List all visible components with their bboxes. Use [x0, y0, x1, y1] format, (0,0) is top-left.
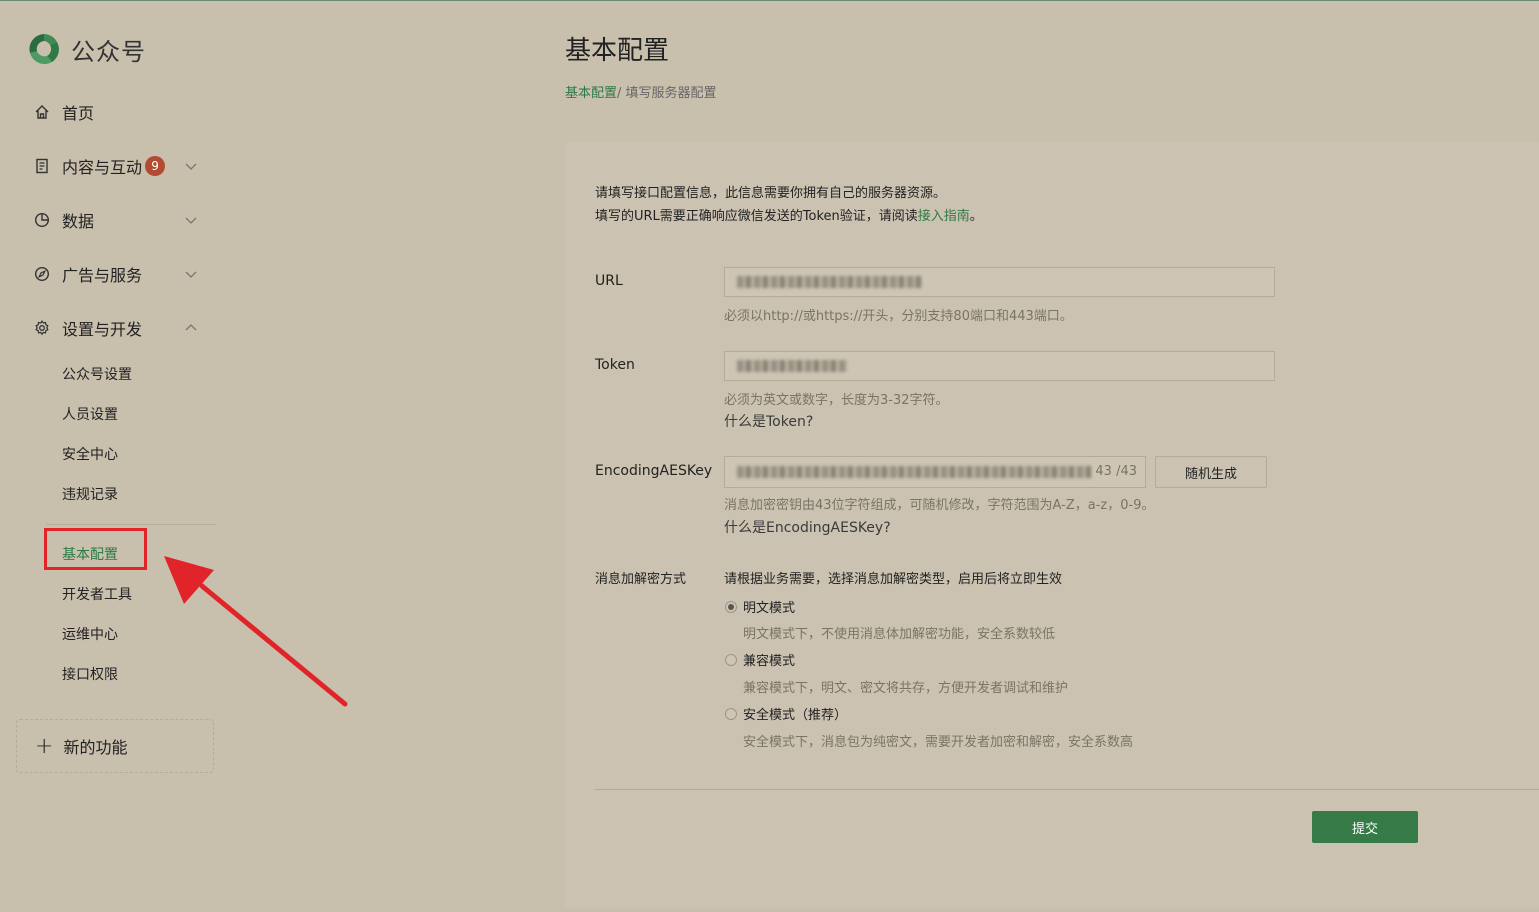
intro-line-2-end: 。 [969, 209, 983, 224]
sidebar-item-developer-tools[interactable]: 开发者工具 [62, 585, 132, 605]
app-name: 公众号 [71, 37, 146, 66]
new-features-button[interactable]: + 新的功能 [16, 719, 214, 773]
nav-content[interactable]: 内容与互动 9 [32, 151, 197, 181]
chevron-down-icon[interactable] [184, 267, 198, 281]
breadcrumb: 基本配置/ 填写服务器配置 [565, 82, 717, 101]
url-input[interactable] [724, 267, 1275, 297]
intro-line-1: 请填写接口配置信息，此信息需要你拥有自己的服务器资源。 [595, 186, 947, 201]
sidebar-item-account-settings[interactable]: 公众号设置 [62, 365, 132, 385]
nav-settings-label: 设置与开发 [62, 320, 143, 339]
access-guide-link[interactable]: 接入指南 [918, 209, 970, 224]
radio-unchecked-icon[interactable] [725, 653, 737, 666]
submit-button[interactable]: 提交 [1312, 811, 1418, 843]
radio-plaintext-mode[interactable]: 明文模式 [725, 597, 795, 616]
breadcrumb-separator: / [617, 86, 626, 101]
sidebar-item-api-permissions[interactable]: 接口权限 [62, 665, 118, 685]
config-card: 请填写接口配置信息，此信息需要你拥有自己的服务器资源。 填写的URL需要正确响应… [565, 142, 1539, 908]
token-hint: 必须为英文或数字，长度为3-32字符。 [724, 393, 949, 408]
chart-pie-icon [32, 210, 52, 230]
radio-compatible-label: 兼容模式 [743, 654, 796, 669]
breadcrumb-current: 填写服务器配置 [625, 86, 717, 101]
form-divider [595, 789, 1539, 790]
compass-icon [32, 264, 52, 284]
aes-key-input[interactable]: 43 /43 [724, 456, 1146, 488]
nav-ads[interactable]: 广告与服务 [32, 259, 197, 289]
document-icon [32, 156, 52, 176]
intro-line-2: 填写的URL需要正确响应微信发送的Token验证，请阅读接入指南。 [595, 205, 983, 228]
annotation-arrow-icon [164, 556, 348, 707]
aes-key-value-obscured [737, 466, 1092, 478]
chevron-down-icon[interactable] [184, 213, 198, 227]
radio-secure-label: 安全模式（推荐） [743, 708, 848, 723]
sidebar-item-staff-settings[interactable]: 人员设置 [62, 405, 118, 425]
url-value-obscured [737, 276, 922, 288]
radio-plaintext-label: 明文模式 [743, 601, 796, 616]
page-title: 基本配置 [565, 36, 670, 66]
nav-home[interactable]: 首页 [32, 97, 94, 127]
gear-icon [32, 318, 52, 338]
encryption-mode-desc: 请根据业务需要，选择消息加解密类型，启用后将立即生效 [724, 572, 1063, 587]
aes-key-label: EncodingAESKey [595, 463, 713, 479]
radio-checked-icon[interactable] [725, 600, 737, 613]
radio-unchecked-icon[interactable] [725, 707, 737, 720]
what-is-aes-key-link[interactable]: 什么是EncodingAESKey? [724, 517, 891, 537]
new-features-label: 新的功能 [63, 738, 128, 757]
sidebar-item-ops-center[interactable]: 运维中心 [62, 625, 118, 645]
intro-text: 请填写接口配置信息，此信息需要你拥有自己的服务器资源。 填写的URL需要正确响应… [595, 182, 983, 228]
chevron-down-icon[interactable] [184, 159, 198, 173]
random-generate-button[interactable]: 随机生成 [1155, 456, 1267, 488]
app-logo-icon [29, 34, 59, 65]
url-hint: 必须以http://或https://开头，分别支持80端口和443端口。 [724, 309, 1073, 324]
breadcrumb-link[interactable]: 基本配置 [565, 86, 617, 101]
annotation-highlight-box [44, 528, 147, 570]
compatible-mode-desc: 兼容模式下，明文、密文将共存，方便开发者调试和维护 [743, 681, 1069, 696]
nav-data[interactable]: 数据 [32, 205, 197, 235]
app-logo[interactable]: 公众号 [26, 31, 146, 67]
intro-line-2-text: 填写的URL需要正确响应微信发送的Token验证，请阅读 [595, 209, 918, 224]
radio-compatible-mode[interactable]: 兼容模式 [725, 650, 795, 669]
token-input[interactable] [724, 351, 1275, 381]
aes-key-hint: 消息加密密钥由43位字符组成，可随机修改，字符范围为A-Z，a-z，0-9。 [724, 498, 1155, 513]
nav-data-label: 数据 [62, 212, 95, 231]
sidebar-item-security-center[interactable]: 安全中心 [62, 445, 118, 465]
notification-badge: 9 [145, 156, 166, 176]
plus-icon: + [35, 733, 54, 759]
plaintext-mode-desc: 明文模式下，不使用消息体加解密功能，安全系数较低 [743, 627, 1056, 642]
nav-content-label: 内容与互动 [62, 158, 143, 177]
home-icon [32, 102, 52, 122]
sidebar-item-violation-records[interactable]: 违规记录 [62, 485, 118, 505]
url-label: URL [595, 273, 623, 289]
sidebar: 公众号 首页 内容与互动 9 数据 广告与服务 设置与开发 公众号设置 人员设置… [0, 0, 240, 912]
aes-key-counter: 43 /43 [1093, 464, 1137, 479]
nav-ads-label: 广告与服务 [62, 266, 143, 285]
nav-home-label: 首页 [62, 104, 95, 123]
what-is-token-link[interactable]: 什么是Token? [724, 411, 813, 431]
token-label: Token [595, 357, 635, 373]
chevron-up-icon[interactable] [184, 321, 198, 335]
nav-settings[interactable]: 设置与开发 [32, 313, 197, 343]
token-value-obscured [737, 360, 847, 372]
encryption-mode-label: 消息加解密方式 [595, 572, 687, 587]
sidebar-divider [46, 524, 216, 525]
secure-mode-desc: 安全模式下，消息包为纯密文，需要开发者加密和解密，安全系数高 [743, 735, 1134, 750]
radio-secure-mode[interactable]: 安全模式（推荐） [725, 704, 847, 723]
